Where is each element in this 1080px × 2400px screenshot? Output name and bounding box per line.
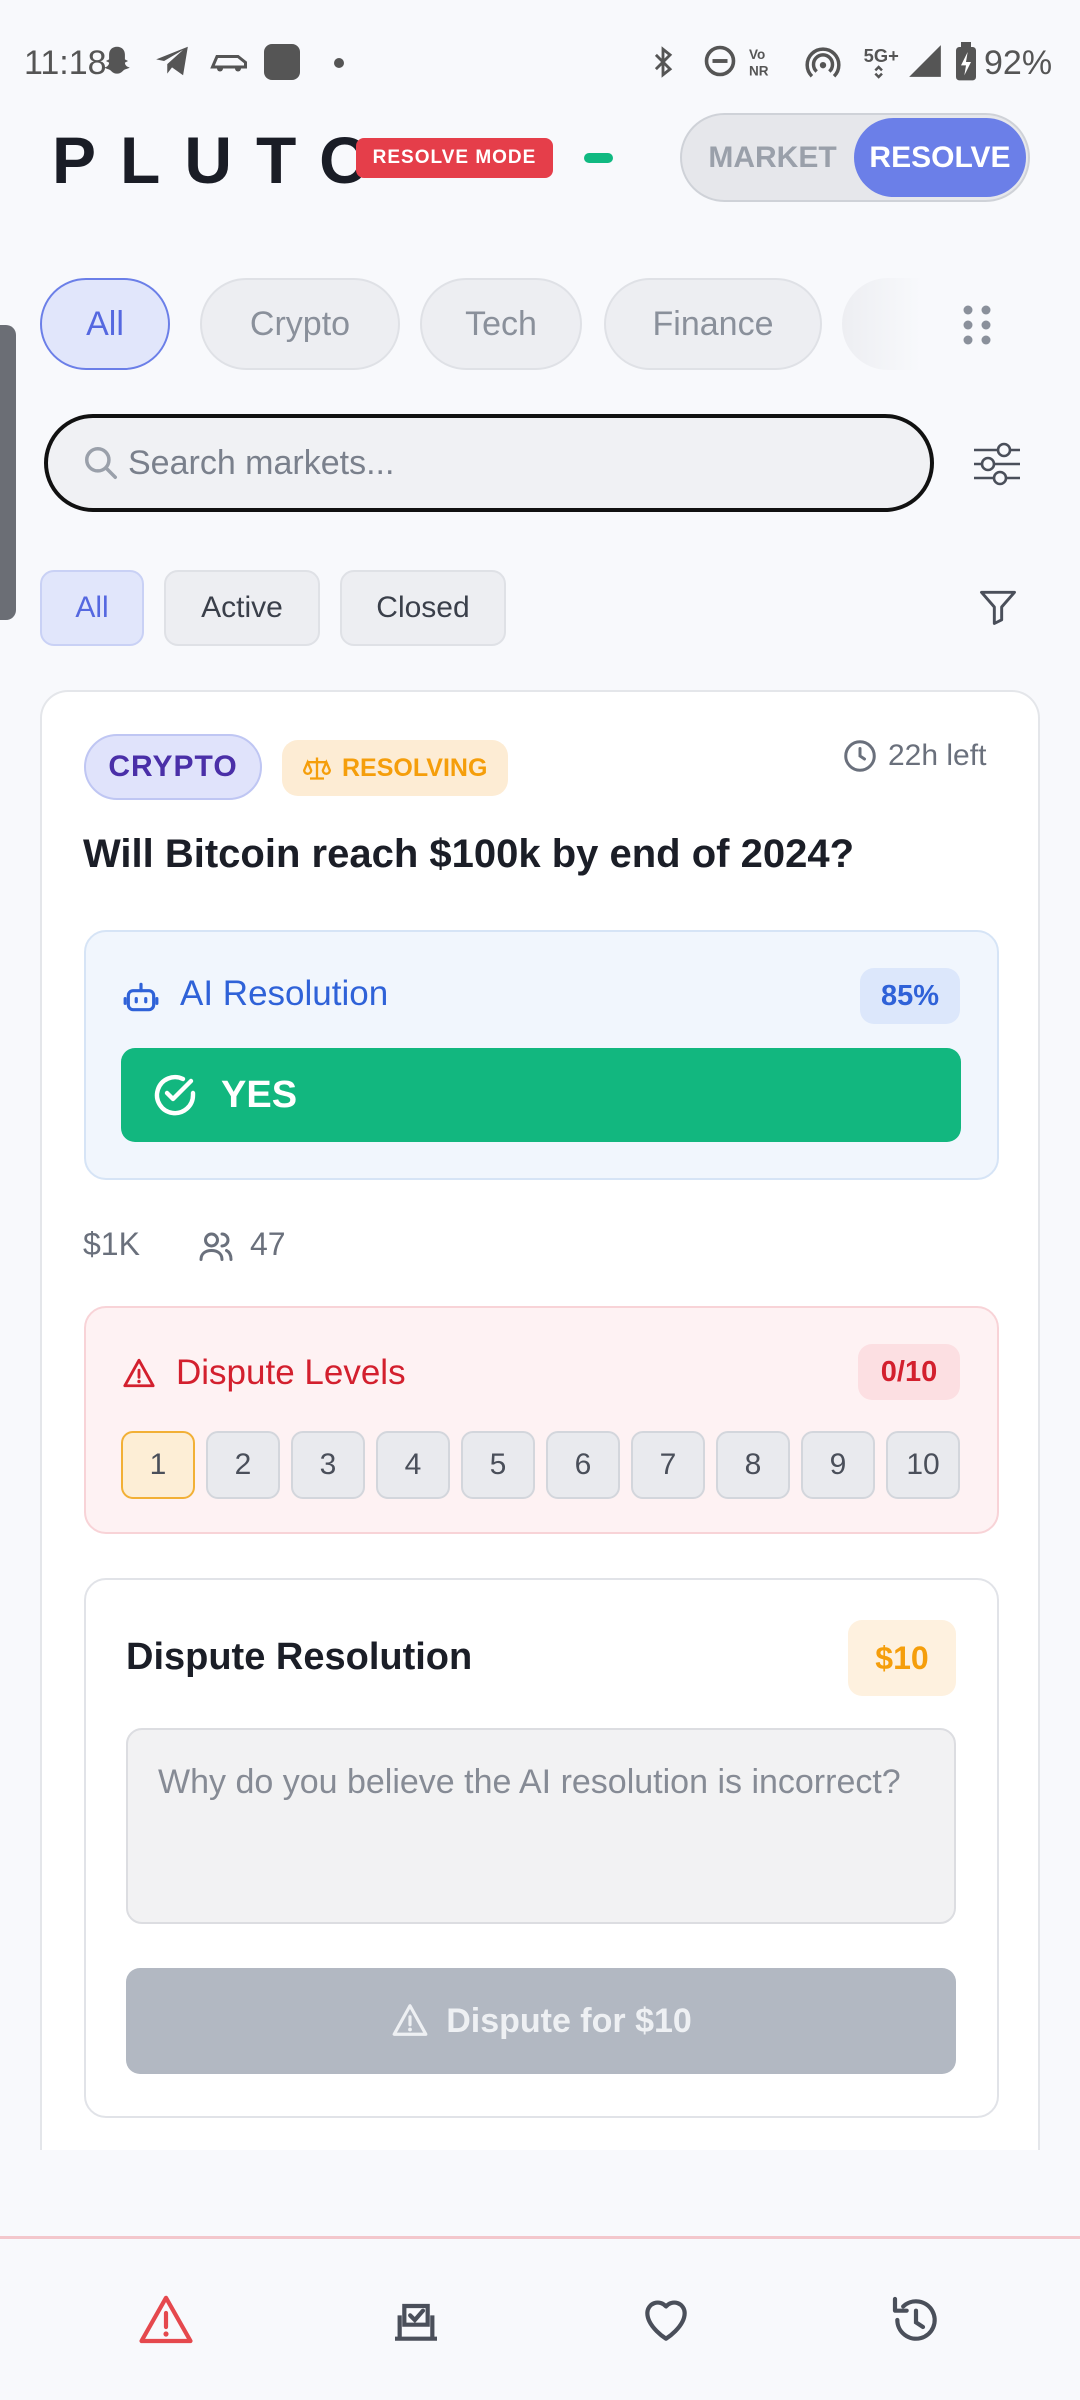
dispute-level-1[interactable]: 1 bbox=[121, 1431, 195, 1499]
time-remaining: 22h left bbox=[842, 736, 986, 776]
app-logo: PLUTO bbox=[52, 123, 395, 197]
car-icon bbox=[210, 55, 247, 72]
drag-grid-icon[interactable] bbox=[960, 302, 994, 348]
market-volume: $1K bbox=[83, 1226, 140, 1262]
dispute-submit-button[interactable]: Dispute for $10 bbox=[126, 1968, 956, 2074]
check-circle-icon bbox=[154, 1074, 196, 1116]
dot-icon bbox=[334, 58, 344, 68]
resolve-mode-badge: RESOLVE MODE bbox=[356, 138, 553, 178]
clock-icon bbox=[844, 740, 876, 772]
dnd-icon bbox=[704, 45, 736, 77]
svg-text:NR: NR bbox=[749, 64, 769, 79]
dispute-level-3[interactable]: 3 bbox=[291, 1431, 365, 1499]
history-icon[interactable] bbox=[888, 2292, 944, 2348]
category-tag: CRYPTO bbox=[84, 734, 262, 800]
edge-panel-handle[interactable] bbox=[0, 325, 16, 620]
dispute-levels-count: 0/10 bbox=[858, 1344, 960, 1400]
dispute-level-5[interactable]: 5 bbox=[461, 1431, 535, 1499]
search-bar[interactable] bbox=[44, 414, 934, 512]
dispute-submit-label: Dispute for $10 bbox=[446, 2002, 692, 2040]
dispute-level-10[interactable]: 10 bbox=[886, 1431, 960, 1499]
status-filter-closed[interactable]: Closed bbox=[340, 570, 506, 646]
search-icon bbox=[85, 447, 117, 479]
heart-icon[interactable] bbox=[638, 2292, 694, 2348]
search-input[interactable] bbox=[128, 434, 908, 492]
bluetooth-icon bbox=[654, 46, 673, 78]
signal-icon bbox=[909, 45, 941, 77]
battery-percent: 92% bbox=[984, 44, 1053, 82]
market-toggle-button[interactable]: MARKET bbox=[700, 115, 845, 200]
market-question: Will Bitcoin reach $100k by end of 2024? bbox=[83, 832, 855, 876]
category-chip-tech[interactable]: Tech bbox=[420, 278, 582, 370]
warning-icon bbox=[123, 1358, 155, 1388]
status-filter-active[interactable]: Active bbox=[164, 570, 320, 646]
participants-count: 47 bbox=[198, 1226, 286, 1263]
users-icon bbox=[199, 1232, 233, 1261]
status-indicator bbox=[584, 153, 613, 163]
ai-resolution-label: AI Resolution bbox=[180, 974, 389, 1013]
ai-outcome-bar: YES bbox=[121, 1048, 961, 1142]
status-time: 11:18 bbox=[24, 44, 107, 82]
mode-toggle[interactable]: MARKET RESOLVE bbox=[680, 113, 1030, 202]
dispute-level-9[interactable]: 9 bbox=[801, 1431, 875, 1499]
dispute-price-badge: $10 bbox=[848, 1620, 956, 1696]
dispute-level-2[interactable]: 2 bbox=[206, 1431, 280, 1499]
resolving-status-badge: RESOLVING bbox=[282, 740, 508, 796]
resolving-status-text: RESOLVING bbox=[342, 754, 488, 782]
ai-confidence-badge: 85% bbox=[860, 968, 960, 1024]
status-filter-all[interactable]: All bbox=[40, 570, 144, 646]
robot-icon bbox=[123, 982, 159, 1012]
dispute-level-8[interactable]: 8 bbox=[716, 1431, 790, 1499]
dispute-level-4[interactable]: 4 bbox=[376, 1431, 450, 1499]
warning-icon bbox=[392, 2004, 428, 2036]
app-icon bbox=[264, 44, 300, 80]
filter-funnel-icon[interactable] bbox=[976, 584, 1020, 630]
5g-icon: 5G+ bbox=[864, 45, 899, 79]
dispute-reason-field[interactable] bbox=[126, 1728, 956, 1924]
category-chip-crypto[interactable]: Crypto bbox=[200, 278, 400, 370]
scales-icon bbox=[302, 757, 332, 780]
telegram-icon bbox=[156, 46, 188, 76]
dispute-level-6[interactable]: 6 bbox=[546, 1431, 620, 1499]
alert-icon[interactable] bbox=[138, 2292, 194, 2348]
time-remaining-text: 22h left bbox=[888, 739, 987, 772]
vonr-icon: Vo NR bbox=[749, 47, 769, 79]
battery-icon bbox=[956, 42, 976, 81]
snapchat-icon bbox=[104, 46, 130, 74]
filter-settings-icon[interactable] bbox=[970, 440, 1024, 488]
dispute-reason-input[interactable] bbox=[128, 1730, 954, 1922]
category-chip-overflow[interactable] bbox=[842, 278, 922, 370]
dispute-levels-panel bbox=[84, 1306, 999, 1534]
category-chip-all[interactable]: All bbox=[40, 278, 170, 370]
resolve-toggle-button[interactable]: RESOLVE bbox=[854, 118, 1026, 197]
dispute-resolution-title: Dispute Resolution bbox=[126, 1636, 473, 1678]
status-bar: 11:18 Vo NR 5G+ 92% bbox=[0, 0, 1080, 110]
dispute-level-7[interactable]: 7 bbox=[631, 1431, 705, 1499]
category-chip-finance[interactable]: Finance bbox=[604, 278, 822, 370]
svg-text:Vo: Vo bbox=[749, 47, 765, 62]
ai-outcome-text: YES bbox=[221, 1074, 298, 1116]
svg-text:5G+: 5G+ bbox=[864, 45, 899, 66]
dispute-levels-label: Dispute Levels bbox=[176, 1353, 406, 1392]
participants-text: 47 bbox=[250, 1226, 286, 1262]
ballot-box-icon[interactable] bbox=[388, 2292, 444, 2348]
hotspot-icon bbox=[805, 47, 841, 78]
